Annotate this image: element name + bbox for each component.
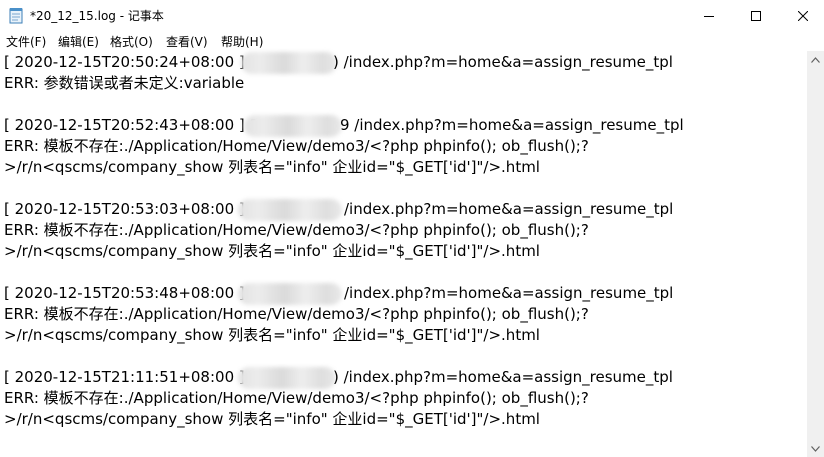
- log-line-path: ) /index.php?m=home&a=assign_resume_tpl: [333, 53, 673, 71]
- close-icon: [798, 10, 808, 21]
- close-button[interactable]: [780, 0, 824, 31]
- redacted-ip: [238, 283, 342, 305]
- log-line: >/r/n<qscms/company_show 列表名="info" 企业id…: [4, 410, 540, 428]
- log-line: >/r/n<qscms/company_show 列表名="info" 企业id…: [4, 242, 540, 260]
- scroll-down-button[interactable]: [807, 440, 824, 457]
- log-line: ERR: 模板不存在:./Application/Home/View/demo3…: [4, 389, 589, 407]
- window-title: *20_12_15.log - 记事本: [30, 9, 164, 23]
- vertical-scrollbar[interactable]: [807, 51, 824, 457]
- chevron-up-icon: [811, 56, 820, 63]
- menu-edit[interactable]: 编辑(E): [58, 33, 99, 50]
- log-line-path: ) /index.php?m=home&a=assign_resume_tpl: [333, 368, 673, 386]
- redacted-ip: [244, 115, 342, 137]
- log-line-path: /index.php?m=home&a=assign_resume_tpl: [344, 200, 674, 218]
- menu-view[interactable]: 查看(V): [166, 33, 208, 50]
- scroll-up-button[interactable]: [807, 51, 824, 68]
- log-line-path: /index.php?m=home&a=assign_resume_tpl: [344, 284, 674, 302]
- menu-help[interactable]: 帮助(H): [221, 33, 263, 50]
- redacted-ip: [238, 199, 342, 221]
- menu-bar: 文件(F) 编辑(E) 格式(O) 查看(V) 帮助(H): [0, 31, 824, 51]
- log-line: [ 2020-12-15T20:53:03+08:00 ]: [4, 200, 245, 218]
- menu-file[interactable]: 文件(F): [6, 33, 46, 50]
- chevron-down-icon: [811, 445, 820, 452]
- minimize-button[interactable]: [686, 0, 732, 31]
- redacted-ip: [238, 367, 336, 389]
- menu-format[interactable]: 格式(O): [110, 33, 153, 50]
- log-line: ERR: 模板不存在:./Application/Home/View/demo3…: [4, 305, 589, 323]
- title-bar: *20_12_15.log - 记事本: [0, 0, 824, 31]
- log-line: ERR: 模板不存在:./Application/Home/View/demo3…: [4, 221, 589, 239]
- log-line: >/r/n<qscms/company_show 列表名="info" 企业id…: [4, 158, 540, 176]
- log-line: ERR: 模板不存在:./Application/Home/View/demo3…: [4, 137, 589, 155]
- log-line: ERR: 参数错误或者未定义:variable: [4, 74, 245, 92]
- notepad-icon: [9, 8, 23, 24]
- redacted-ip: [241, 52, 337, 74]
- maximize-icon: [751, 10, 761, 21]
- log-line: [ 2020-12-15T20:50:24+08:00 ]: [4, 53, 245, 71]
- log-line: [ 2020-12-15T20:53:48+08:00 ]: [4, 284, 245, 302]
- text-editor[interactable]: [ 2020-12-15T20:50:24+08:00 ] ) /index.p…: [0, 51, 807, 457]
- log-line: [ 2020-12-15T20:52:43+08:00 ] 1: [4, 116, 260, 134]
- minimize-icon: [704, 15, 714, 17]
- maximize-button[interactable]: [733, 0, 779, 31]
- log-line: [ 2020-12-15T21:11:51+08:00 ]: [4, 368, 245, 386]
- log-line-path: 9 /index.php?m=home&a=assign_resume_tpl: [340, 116, 684, 134]
- log-line: >/r/n<qscms/company_show 列表名="info" 企业id…: [4, 326, 540, 344]
